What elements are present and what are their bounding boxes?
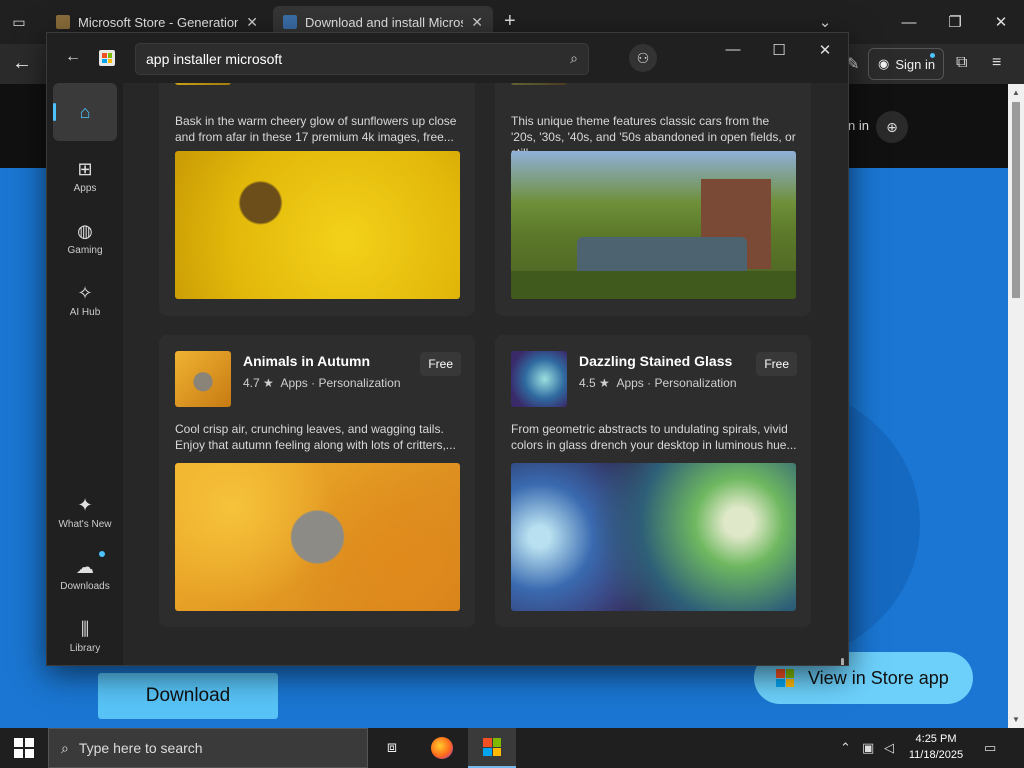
app-thumbnail	[511, 351, 567, 407]
page-signin-link[interactable]: n in	[848, 118, 869, 133]
sunflower-bee-image	[175, 151, 460, 299]
app-thumbnail	[175, 351, 231, 407]
store-maximize-icon[interactable]: ☐	[766, 41, 792, 59]
app-thumbnail	[511, 83, 567, 85]
store-account-icon[interactable]: ⚇	[629, 44, 657, 72]
store-content[interactable]: Bask in the warm cheery glow of sunflowe…	[123, 83, 848, 665]
add-person-icon[interactable]: ⊕	[876, 111, 908, 143]
page-scrollbar[interactable]: ▲ ▼	[1008, 84, 1024, 728]
ai-hub-icon: ✧	[77, 282, 93, 303]
notifications-icon[interactable]: ▭	[984, 740, 996, 756]
app-card-animals-in-autumn[interactable]: Animals in Autumn 4.7 ★ Apps · Personali…	[159, 335, 475, 627]
sidebar-item-ai-hub[interactable]: ✧ AI Hub	[53, 271, 117, 329]
restore-icon[interactable]: ❐	[940, 8, 970, 36]
back-arrow-icon[interactable]: ←	[12, 52, 32, 75]
taskbar-search-input[interactable]: ⌕ Type here to search	[48, 728, 368, 768]
abandoned-truck-image	[511, 151, 796, 299]
library-icon: ⫼	[80, 618, 90, 639]
stained-glass-image	[511, 463, 796, 611]
network-icon[interactable]: ▣	[862, 740, 874, 756]
cat-in-leaves-image	[175, 463, 460, 611]
app-card-classic-cars[interactable]: This unique theme features classic cars …	[495, 83, 811, 316]
close-tab-icon[interactable]: ✕	[471, 14, 483, 31]
store-minimize-icon[interactable]: —	[720, 41, 746, 58]
scrollbar-thumb[interactable]	[1012, 102, 1020, 298]
search-icon[interactable]: ⌕	[570, 50, 578, 67]
price-badge[interactable]: Free	[420, 352, 461, 376]
scroll-down-icon[interactable]: ▼	[1012, 715, 1020, 724]
price-badge[interactable]: Free	[756, 352, 797, 376]
home-icon: ⌂	[79, 102, 91, 122]
download-button[interactable]: Download	[98, 673, 278, 719]
store-logo-icon	[99, 50, 115, 66]
sidebar-item-library[interactable]: ⫼ Library	[53, 607, 117, 665]
close-tab-icon[interactable]: ✕	[246, 14, 258, 31]
task-view-icon[interactable]: ⧈	[368, 728, 416, 768]
shopping-bag-icon	[56, 15, 70, 29]
taskbar-clock[interactable]: 4:25 PM 11/18/2025	[904, 731, 968, 763]
scroll-up-icon[interactable]: ▲	[1012, 88, 1020, 97]
store-title-bar: ← app installer microsoft ⌕ ⚇ — ☐ ✕	[47, 33, 848, 83]
store-close-icon[interactable]: ✕	[812, 41, 838, 59]
content-scrollbar[interactable]	[841, 658, 844, 665]
tab-actions-icon[interactable]: ▭	[8, 11, 30, 33]
store-favicon-icon	[283, 15, 297, 29]
sidebar-item-gaming[interactable]: ◍ Gaming	[53, 209, 117, 267]
menu-icon[interactable]: ≡	[992, 54, 1001, 72]
gaming-icon: ◍	[77, 220, 93, 241]
taskbar: ⌕ Type here to search ⧈ ⌃ ▣ ◁ 4:25 PM 11…	[0, 728, 1024, 768]
notification-dot	[930, 53, 935, 58]
windows-start-icon[interactable]	[14, 738, 34, 758]
browser-signin-button[interactable]: ◉ Sign in	[868, 48, 944, 80]
volume-muted-icon[interactable]: ◁	[884, 740, 894, 756]
apps-icon: ⊞	[77, 158, 93, 179]
microsoft-store-taskbar-icon[interactable]	[468, 728, 516, 768]
account-icon: ◉	[878, 56, 890, 71]
whats-new-icon: ✦	[77, 494, 93, 515]
sidebar-item-home[interactable]: ⌂	[53, 83, 117, 141]
sidebar-item-downloads[interactable]: ☁ Downloads	[53, 545, 117, 603]
firefox-icon[interactable]	[418, 728, 466, 768]
new-tab-button[interactable]: +	[504, 11, 516, 31]
sidebar-item-whats-new[interactable]: ✦ What's New	[53, 483, 117, 541]
downloads-badge	[99, 551, 105, 557]
store-back-icon[interactable]: ←	[65, 48, 81, 66]
downloads-icon: ☁	[76, 556, 94, 577]
microsoft-store-icon	[776, 669, 794, 687]
store-sidebar: ⌂ ⊞ Apps ◍ Gaming ✧ AI Hub ✦ What's New …	[47, 83, 123, 665]
close-window-icon[interactable]: ✕	[986, 8, 1016, 36]
chevron-up-icon[interactable]: ⌃	[840, 740, 851, 756]
app-thumbnail	[175, 83, 231, 85]
sidebar-item-apps[interactable]: ⊞ Apps	[53, 147, 117, 205]
store-search-input[interactable]: app installer microsoft ⌕	[135, 43, 589, 75]
search-icon: ⌕	[61, 739, 69, 756]
app-card-sunflowers[interactable]: Bask in the warm cheery glow of sunflowe…	[159, 83, 475, 316]
app-card-dazzling-stained-glass[interactable]: Dazzling Stained Glass 4.5 ★ Apps · Pers…	[495, 335, 811, 627]
store-window: ← app installer microsoft ⌕ ⚇ — ☐ ✕ ⌂ ⊞ …	[46, 32, 849, 666]
extensions-icon[interactable]: ⧉	[956, 54, 967, 72]
minimize-icon[interactable]: —	[894, 8, 924, 36]
